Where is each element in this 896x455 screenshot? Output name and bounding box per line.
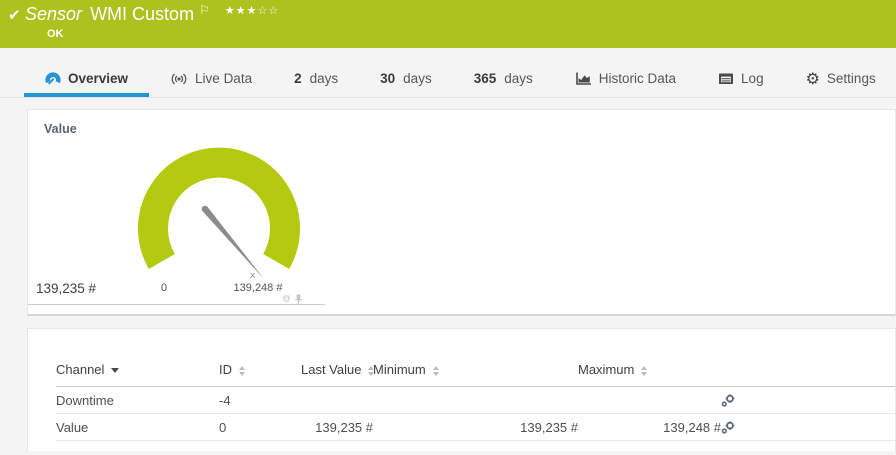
cell-maximum: [578, 387, 721, 414]
cell-last-value: [301, 387, 373, 414]
value-gauge: x: [28, 110, 325, 305]
tab-365-days[interactable]: 365 days: [453, 64, 554, 97]
sort-desc-icon: [111, 368, 119, 373]
tab-number: 365: [474, 71, 497, 86]
sensor-title-name: WMI Custom: [90, 4, 194, 24]
tab-label: Historic Data: [599, 71, 676, 86]
sensor-status-banner: ✔ Sensor WMI Custom ⚐ ★★★☆☆ OK: [0, 0, 896, 48]
tab-number: 30: [380, 71, 395, 86]
tab-label: days: [310, 71, 339, 86]
cell-minimum: [373, 387, 578, 414]
gauge-tile-toolbar: ⚙: [282, 294, 303, 306]
cell-channel: Downtime: [56, 387, 219, 414]
header-channel[interactable]: Channel: [56, 362, 219, 387]
sensor-title-prefix: Sensor: [25, 4, 82, 24]
cell-last-value: 139,235 #: [301, 414, 373, 441]
tab-label: Live Data: [195, 71, 252, 86]
gauge-min-label: 0: [156, 282, 172, 294]
gauge-max-label: 139,248 #: [214, 282, 302, 294]
sort-icon: [433, 366, 439, 376]
cell-id: 0: [219, 414, 301, 441]
gear-icon: ⚙: [806, 71, 820, 87]
ok-check-icon: ✔: [8, 6, 21, 24]
tab-live-data[interactable]: Live Data: [149, 64, 273, 97]
tab-overview[interactable]: Overview: [24, 64, 149, 97]
sort-icon: [641, 366, 647, 376]
cell-maximum: 139,248 #: [578, 414, 721, 441]
tab-historic-data[interactable]: Historic Data: [554, 64, 697, 97]
log-icon: [718, 71, 734, 86]
cell-id: -4: [219, 387, 301, 414]
stars-filled[interactable]: ★★★: [225, 4, 258, 17]
status-badge: OK: [47, 28, 64, 40]
priority-flag-icon[interactable]: ⚐: [199, 3, 210, 17]
tab-label: days: [504, 71, 533, 86]
header-id[interactable]: ID: [219, 362, 301, 387]
overview-panel: Value x 139,235 # 0 139,248 # ⚙: [27, 109, 896, 316]
gauge-max-marker: x: [250, 271, 256, 281]
cell-minimum: 139,235 #: [373, 414, 578, 441]
tab-label: Overview: [68, 71, 128, 86]
tab-label: days: [403, 71, 432, 86]
gauge-arc: [153, 163, 285, 262]
header-minimum[interactable]: Minimum: [373, 362, 578, 387]
sensor-tabbar: Overview Live Data 2 days 30 days 365 da…: [0, 48, 896, 98]
channel-row-downtime[interactable]: Downtime -4: [56, 387, 895, 414]
tab-settings[interactable]: ⚙ Settings: [785, 64, 896, 97]
channel-table: Channel ID Last Value Minimum Maximum Do…: [56, 362, 895, 441]
tab-number: 2: [294, 71, 302, 86]
channels-panel: Channel ID Last Value Minimum Maximum Do…: [27, 328, 896, 451]
priority-stars[interactable]: ★★★☆☆: [225, 4, 279, 17]
cell-channel: Value: [56, 414, 219, 441]
channel-table-header-row: Channel ID Last Value Minimum Maximum: [56, 362, 895, 387]
stars-empty[interactable]: ☆☆: [257, 4, 279, 17]
value-gauge-tile[interactable]: Value x 139,235 # 0 139,248 # ⚙: [28, 110, 325, 305]
pin-icon[interactable]: [294, 294, 303, 306]
tab-2-days[interactable]: 2 days: [273, 64, 359, 97]
sensor-title: Sensor WMI Custom ⚐ ★★★☆☆: [25, 4, 279, 25]
channel-settings-icon[interactable]: [721, 394, 735, 408]
channel-row-value[interactable]: Value 0 139,235 # 139,235 # 139,248 #: [56, 414, 895, 441]
header-maximum[interactable]: Maximum: [578, 362, 721, 387]
tab-label: Settings: [827, 71, 876, 86]
tab-log[interactable]: Log: [697, 64, 785, 97]
header-last-value[interactable]: Last Value: [301, 362, 373, 387]
gauge-icon: [45, 71, 61, 87]
header-actions: [721, 362, 895, 387]
gauge-settings-icon[interactable]: ⚙: [282, 295, 291, 305]
channel-settings-icon[interactable]: [721, 421, 735, 435]
tab-label: Log: [741, 71, 764, 86]
gauge-current-value: 139,235 #: [36, 281, 96, 296]
gauge-needle: [203, 207, 265, 279]
sort-icon: [239, 366, 245, 376]
historic-chart-icon: [575, 71, 592, 86]
tab-30-days[interactable]: 30 days: [359, 64, 453, 97]
live-data-icon: [170, 71, 188, 87]
